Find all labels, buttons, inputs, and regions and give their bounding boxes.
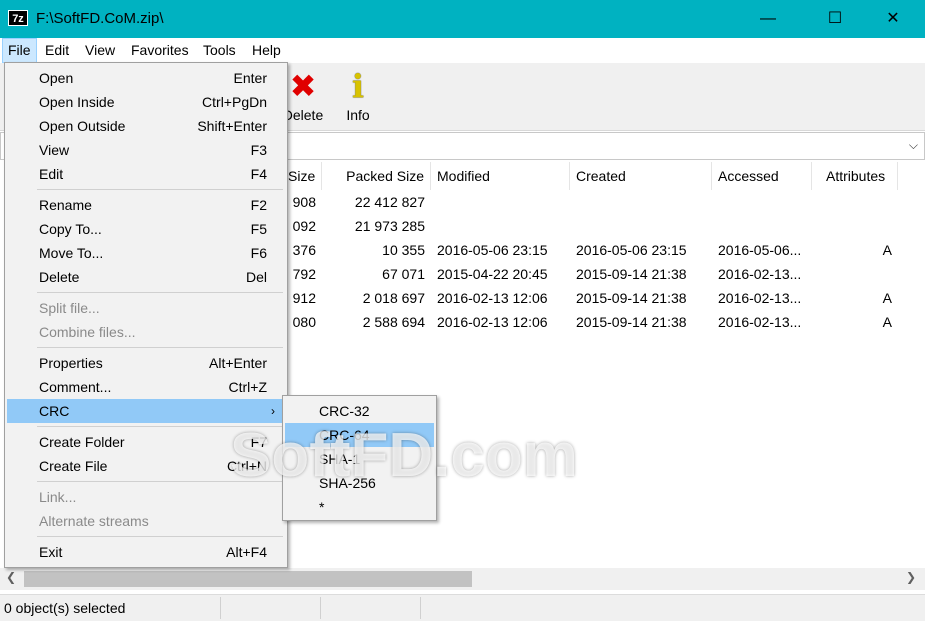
window-title: F:\SoftFD.CoM.zip\ <box>36 10 164 27</box>
menu-item-move-to[interactable]: Move To... F6 <box>7 241 285 265</box>
menu-item-split-file[interactable]: Split file... <box>7 296 285 320</box>
column-header-modified[interactable]: Modified <box>431 162 570 190</box>
menu-item-combine-files[interactable]: Combine files... <box>7 320 285 344</box>
address-dropdown-icon[interactable]: ⌵ <box>909 138 918 153</box>
horizontal-scrollbar[interactable]: ❮ ❯ <box>0 568 925 590</box>
cell-attributes: A <box>882 290 892 306</box>
menu-separator <box>37 426 283 427</box>
crc-submenu: CRC-32 CRC-64 SHA-1 SHA-256 * <box>282 395 437 521</box>
cell-modified: 2016-02-13 12:06 <box>437 290 548 306</box>
menu-item-create-file[interactable]: Create File Ctrl+N <box>7 454 285 478</box>
menu-view[interactable]: View <box>80 38 120 63</box>
menu-item-create-folder[interactable]: Create Folder F7 <box>7 430 285 454</box>
column-header-size[interactable]: Size <box>282 162 322 190</box>
cell-created <box>576 214 706 238</box>
menu-favorites[interactable]: Favorites <box>126 38 194 63</box>
menu-separator <box>37 292 283 293</box>
scrollbar-thumb[interactable] <box>24 571 472 587</box>
menu-item-open-inside[interactable]: Open Inside Ctrl+PgDn <box>7 90 285 114</box>
menu-item-open[interactable]: Open Enter <box>7 66 285 90</box>
column-header-created[interactable]: Created <box>570 162 712 190</box>
menu-item-edit[interactable]: Edit F4 <box>7 162 285 186</box>
menu-item-properties[interactable]: Properties Alt+Enter <box>7 351 285 375</box>
submenu-item-all[interactable]: * <box>285 495 434 519</box>
cell-attributes: A <box>882 314 892 330</box>
cell-accessed: 2016-02-13... <box>718 314 802 330</box>
info-button[interactable]: i Info <box>331 69 385 123</box>
menu-bar: File Edit View Favorites Tools Help <box>0 38 925 64</box>
cell-accessed: 2016-02-13... <box>718 290 802 306</box>
cell-attributes <box>872 214 892 238</box>
app-icon: 7z <box>8 10 28 26</box>
menu-item-open-outside[interactable]: Open Outside Shift+Enter <box>7 114 285 138</box>
menu-item-comment[interactable]: Comment... Ctrl+Z <box>7 375 285 399</box>
cell-accessed <box>718 190 810 214</box>
scroll-left-icon[interactable]: ❮ <box>6 570 16 584</box>
cell-modified <box>437 214 567 238</box>
menu-tools[interactable]: Tools <box>198 38 241 63</box>
cell-created: 2015-09-14 21:38 <box>576 314 687 330</box>
cell-accessed: 2016-02-13... <box>718 266 802 282</box>
menu-separator <box>37 536 283 537</box>
cell-created: 2016-05-06 23:15 <box>576 242 687 258</box>
cell-packed-size: 22 412 827 <box>354 194 425 210</box>
submenu-arrow-icon: › <box>271 404 275 418</box>
menu-item-link[interactable]: Link... <box>7 485 285 509</box>
menu-file[interactable]: File <box>2 38 37 63</box>
menu-item-alternate-streams[interactable]: Alternate streams <box>7 509 285 533</box>
submenu-item-crc-64[interactable]: CRC-64 <box>285 423 434 447</box>
menu-item-rename[interactable]: Rename F2 <box>7 193 285 217</box>
cell-attributes <box>872 262 892 286</box>
menu-separator <box>37 347 283 348</box>
cell-created: 2015-09-14 21:38 <box>576 266 687 282</box>
column-header-packed-size[interactable]: Packed Size <box>322 162 431 190</box>
status-bar: 0 object(s) selected <box>0 594 925 621</box>
cell-accessed <box>718 214 810 238</box>
cell-created: 2015-09-14 21:38 <box>576 290 687 306</box>
submenu-item-sha-1[interactable]: SHA-1 <box>285 447 434 471</box>
status-separator <box>420 597 421 619</box>
cell-modified: 2016-05-06 23:15 <box>437 242 548 258</box>
title-bar[interactable]: 7z F:\SoftFD.CoM.zip\ — ☐ ✕ <box>0 0 925 38</box>
column-header-attributes[interactable]: Attributes <box>812 162 898 190</box>
cell-packed-size: 2 018 697 <box>362 290 425 306</box>
status-separator <box>220 597 221 619</box>
menu-help[interactable]: Help <box>247 38 286 63</box>
cell-packed-size: 21 973 285 <box>354 218 425 234</box>
submenu-item-sha-256[interactable]: SHA-256 <box>285 471 434 495</box>
column-header-accessed[interactable]: Accessed <box>712 162 812 190</box>
cell-attributes: A <box>882 242 892 258</box>
scroll-right-icon[interactable]: ❯ <box>906 570 916 584</box>
menu-separator <box>37 481 283 482</box>
cell-created <box>576 190 706 214</box>
cell-attributes <box>872 190 892 214</box>
cell-accessed: 2016-05-06... <box>718 242 802 258</box>
close-button[interactable]: ✕ <box>870 0 916 38</box>
menu-item-delete[interactable]: Delete Del <box>7 265 285 289</box>
cell-packed-size: 2 588 694 <box>362 314 425 330</box>
menu-item-crc[interactable]: CRC › <box>7 399 285 423</box>
file-menu-dropdown: Open Enter Open Inside Ctrl+PgDn Open Outs… <box>4 62 288 568</box>
minimize-button[interactable]: — <box>745 0 791 38</box>
menu-item-view[interactable]: View F3 <box>7 138 285 162</box>
cell-modified: 2016-02-13 12:06 <box>437 314 548 330</box>
submenu-item-crc-32[interactable]: CRC-32 <box>285 399 434 423</box>
cell-packed-size: 10 355 <box>382 242 425 258</box>
cell-modified: 2015-04-22 20:45 <box>437 266 548 282</box>
menu-separator <box>37 189 283 190</box>
menu-item-copy-to[interactable]: Copy To... F5 <box>7 217 285 241</box>
delete-label: Delete <box>282 107 324 123</box>
menu-item-exit[interactable]: Exit Alt+F4 <box>7 540 285 564</box>
maximize-button[interactable]: ☐ <box>812 0 858 38</box>
info-icon: i <box>351 67 365 105</box>
status-selection-text: 0 object(s) selected <box>4 600 126 616</box>
cell-packed-size: 67 071 <box>382 266 425 282</box>
info-label: Info <box>346 107 370 123</box>
status-separator <box>320 597 321 619</box>
cell-modified <box>437 190 567 214</box>
menu-edit[interactable]: Edit <box>40 38 74 63</box>
